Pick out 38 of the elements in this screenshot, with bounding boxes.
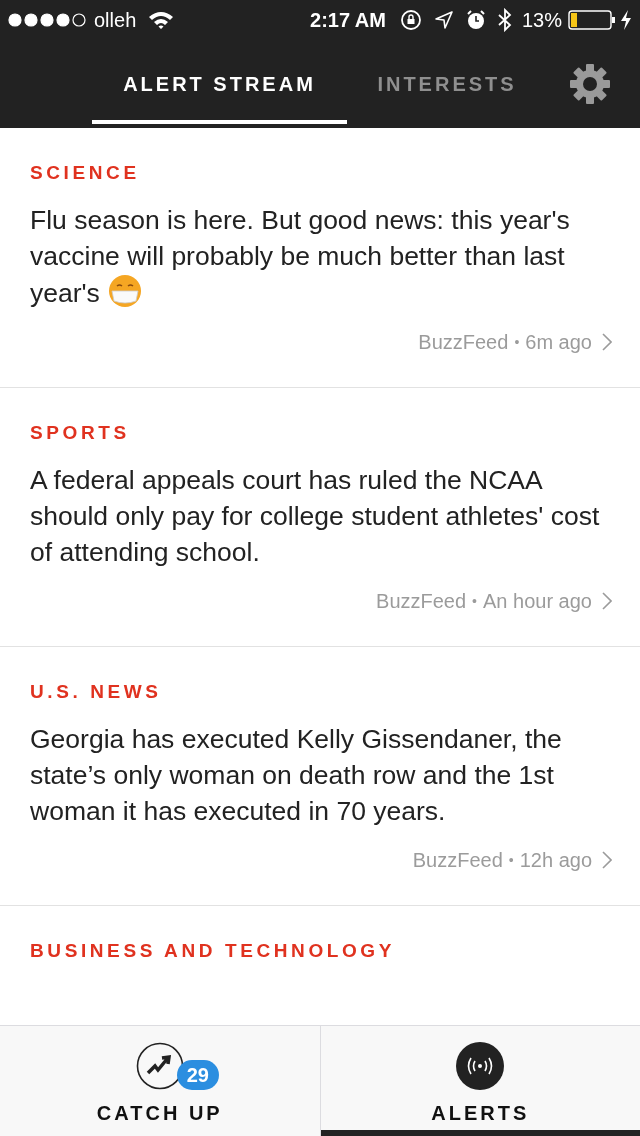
tab[interactable]: ALERT STREAM xyxy=(92,40,347,128)
alert-headline[interactable]: A federal appeals court has ruled the NCAA should only pay for college student athletes' cost of attending school. xyxy=(30,462,610,570)
bottom-tab[interactable]: 29 CATCH UP xyxy=(0,1026,320,1136)
alert-source: BuzzFeed xyxy=(412,848,503,873)
count-badge: 29 xyxy=(176,1060,219,1090)
alert-headline[interactable]: Flu season is here. But good news: this year's vaccine will probably be much better than last year's xyxy=(30,202,610,311)
category-label: SPORTS xyxy=(30,421,131,445)
separator-dot: • xyxy=(508,850,514,870)
tab[interactable]: INTERESTS xyxy=(347,40,547,128)
battery-percent: 13% xyxy=(521,8,562,33)
signal-icon xyxy=(8,13,88,27)
chevron-right-icon[interactable] xyxy=(602,333,612,351)
chevron-right-icon[interactable] xyxy=(602,851,612,869)
separator-dot: • xyxy=(514,332,520,352)
masked-face-icon xyxy=(107,274,142,308)
alert-time: 12h ago xyxy=(519,848,592,873)
carrier-name: olleh xyxy=(94,8,137,33)
broadcast-icon xyxy=(456,1042,505,1090)
settings-icon[interactable] xyxy=(569,63,611,105)
bottom-tab[interactable]: ALERTS xyxy=(319,1026,640,1136)
alert-time: An hour ago xyxy=(483,589,592,614)
alert-source: BuzzFeed xyxy=(418,330,509,355)
category-label: U.S. NEWS xyxy=(30,680,163,704)
alert-source: BuzzFeed xyxy=(376,589,467,614)
battery-icon xyxy=(568,10,616,30)
category-label: BUSINESS AND TECHNOLOGY xyxy=(30,939,396,963)
charging-icon xyxy=(620,10,632,30)
category-label: SCIENCE xyxy=(30,161,141,185)
alert-headline[interactable]: Georgia has executed Kelly Gissendaner, the state’s only woman on death row and the 1st woman it has executed in 70 years. xyxy=(30,721,610,829)
chevron-right-icon[interactable] xyxy=(602,592,612,610)
wifi-icon xyxy=(148,10,175,30)
separator-dot: • xyxy=(472,591,477,611)
rotation-lock-icon xyxy=(399,9,422,31)
bluetooth-icon xyxy=(497,8,512,32)
alert-time: 6m ago xyxy=(525,330,592,355)
location-arrow-icon xyxy=(433,10,454,30)
clock-time: 2:17 AM xyxy=(310,8,386,33)
alarm-clock-icon xyxy=(465,10,486,30)
